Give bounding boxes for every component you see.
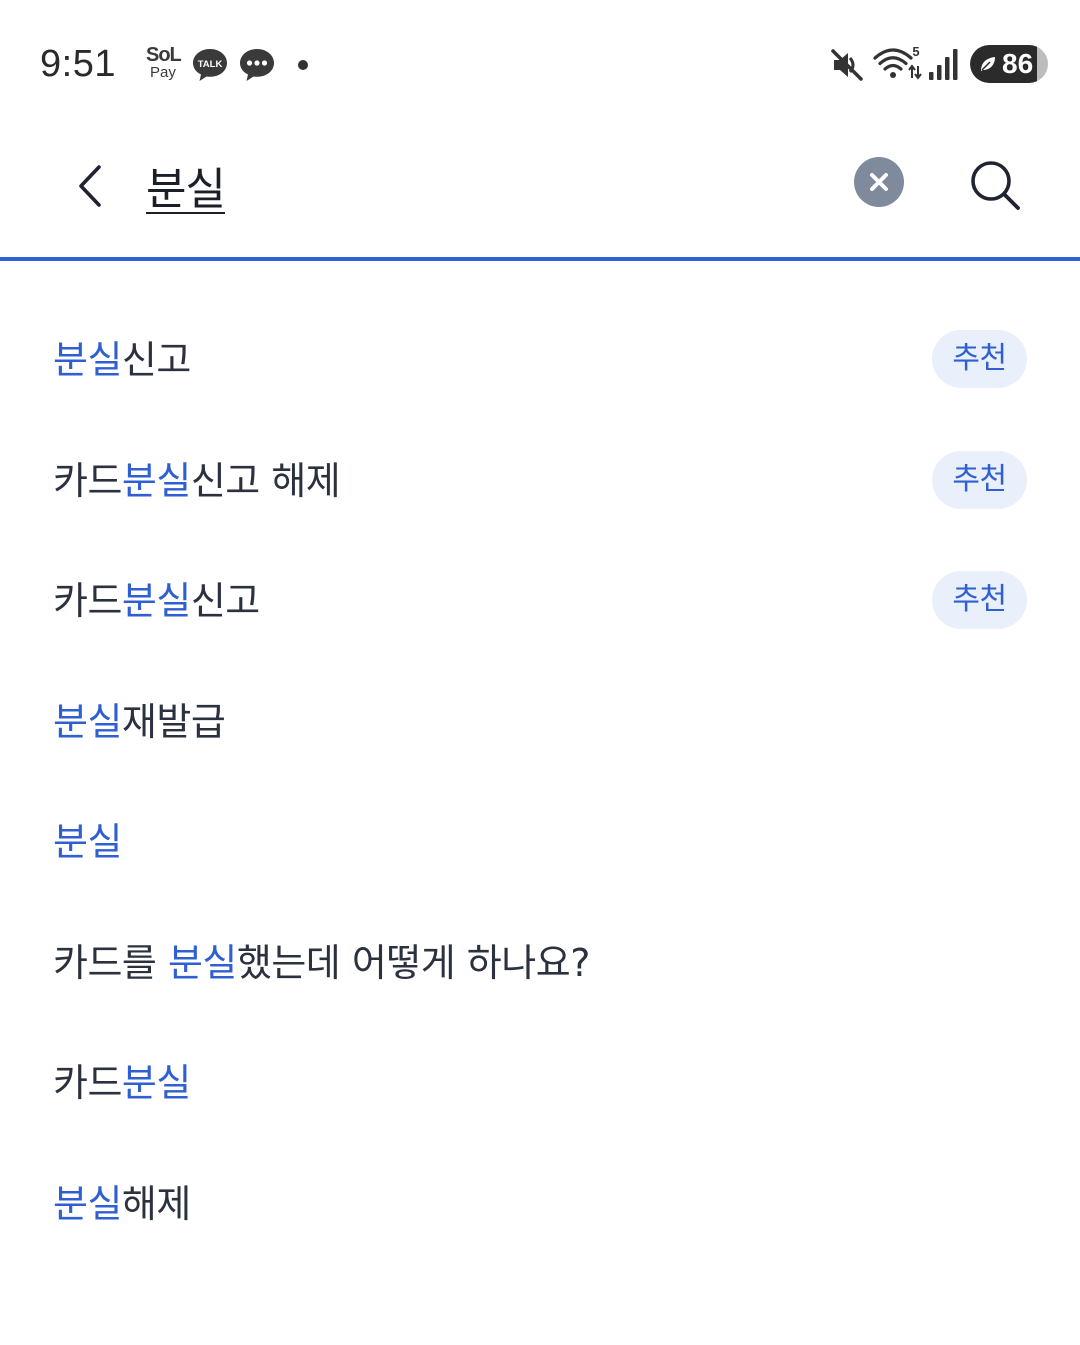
suggestion-text: 분실 [53,819,122,865]
suggestion-text-part: 카드를 [53,940,168,985]
suggestion-text-part: 카드 [53,458,122,503]
battery-icon: 86 [970,45,1048,83]
suggestion-text-part: 했는데 어떻게 하나요? [236,940,590,985]
status-bar: 9:51 SoL Pay TALK 5 86 [0,0,1080,130]
suggestion-text: 분실재발급 [53,699,226,745]
sol-pay-icon: SoL Pay [144,44,184,86]
suggestion-text-part: 재발급 [121,699,226,744]
search-input[interactable] [146,152,826,218]
suggestion-item[interactable]: 카드분실 [0,1023,1080,1144]
suggestion-item[interactable]: 카드분실신고 추천 [0,541,1080,662]
recommended-badge: 추천 [932,330,1027,388]
back-chevron-icon [79,165,101,207]
back-button[interactable] [60,154,120,218]
chat-bubble-icon [240,49,274,81]
suggestion-item[interactable]: 분실신고 추천 [0,300,1080,421]
suggestion-text-part: 카드 [53,579,122,624]
suggestion-match-highlight: 분실 [121,579,191,624]
suggestion-text: 카드를 분실했는데 어떻게 하나요? [53,940,590,986]
suggestion-text-part: 신고 해제 [190,458,341,503]
signal-icon [929,49,958,80]
clear-icon [870,173,888,191]
suggestion-match-highlight: 분실 [167,940,237,985]
suggestion-match-highlight: 분실 [53,1181,122,1226]
suggestion-item[interactable]: 분실재발급 [0,662,1080,783]
status-time: 9:51 [40,43,116,85]
suggestion-item[interactable]: 분실 [0,782,1080,903]
sol-pay-bottom-label: Pay [150,64,176,81]
wifi-icon: 5 [873,44,922,80]
suggestion-item[interactable]: 분실해제 [0,1144,1080,1265]
search-header [0,130,1080,261]
kakaotalk-icon: TALK [193,49,227,81]
sol-pay-top-label: SoL [146,44,182,66]
battery-percent: 86 [1002,48,1034,79]
suggestion-list: 분실신고 추천 카드분실신고 해제 추천 카드분실신고 추천 분실재발급 분실 카드를 분실했는… [0,300,1080,1264]
clear-search-button[interactable] [854,157,904,207]
mute-icon [831,49,863,81]
suggestion-match-highlight: 분실 [53,699,122,744]
search-icon [971,161,1020,210]
kakaotalk-label: TALK [198,59,223,70]
notification-dot-icon [298,60,308,70]
suggestion-text: 카드분실신고 [53,578,260,624]
suggestion-text: 카드분실 [53,1060,191,1106]
suggestion-text: 카드분실신고 해제 [53,458,341,504]
suggestion-text-part: 해제 [121,1181,191,1226]
search-button[interactable] [966,156,1024,214]
recommended-badge: 추천 [932,571,1027,629]
wifi-badge: 5 [912,44,919,59]
recommended-badge: 추천 [932,450,1027,509]
suggestion-text-part: 카드 [53,1061,122,1106]
battery-saver-leaf-icon [981,57,995,71]
suggestion-item[interactable]: 카드를 분실했는데 어떻게 하나요? [0,903,1080,1024]
suggestion-text: 분실신고 [53,337,191,383]
suggestion-item[interactable]: 카드분실신고 해제 추천 [0,421,1080,542]
suggestion-match-highlight: 분실 [121,1061,191,1106]
suggestion-match-highlight: 분실 [121,458,191,503]
suggestion-text: 분실해제 [53,1181,191,1227]
suggestion-match-highlight: 분실 [53,338,122,383]
suggestion-text-part: 신고 [190,579,260,624]
suggestion-match-highlight: 분실 [53,820,122,865]
suggestion-text-part: 신고 [121,338,191,383]
